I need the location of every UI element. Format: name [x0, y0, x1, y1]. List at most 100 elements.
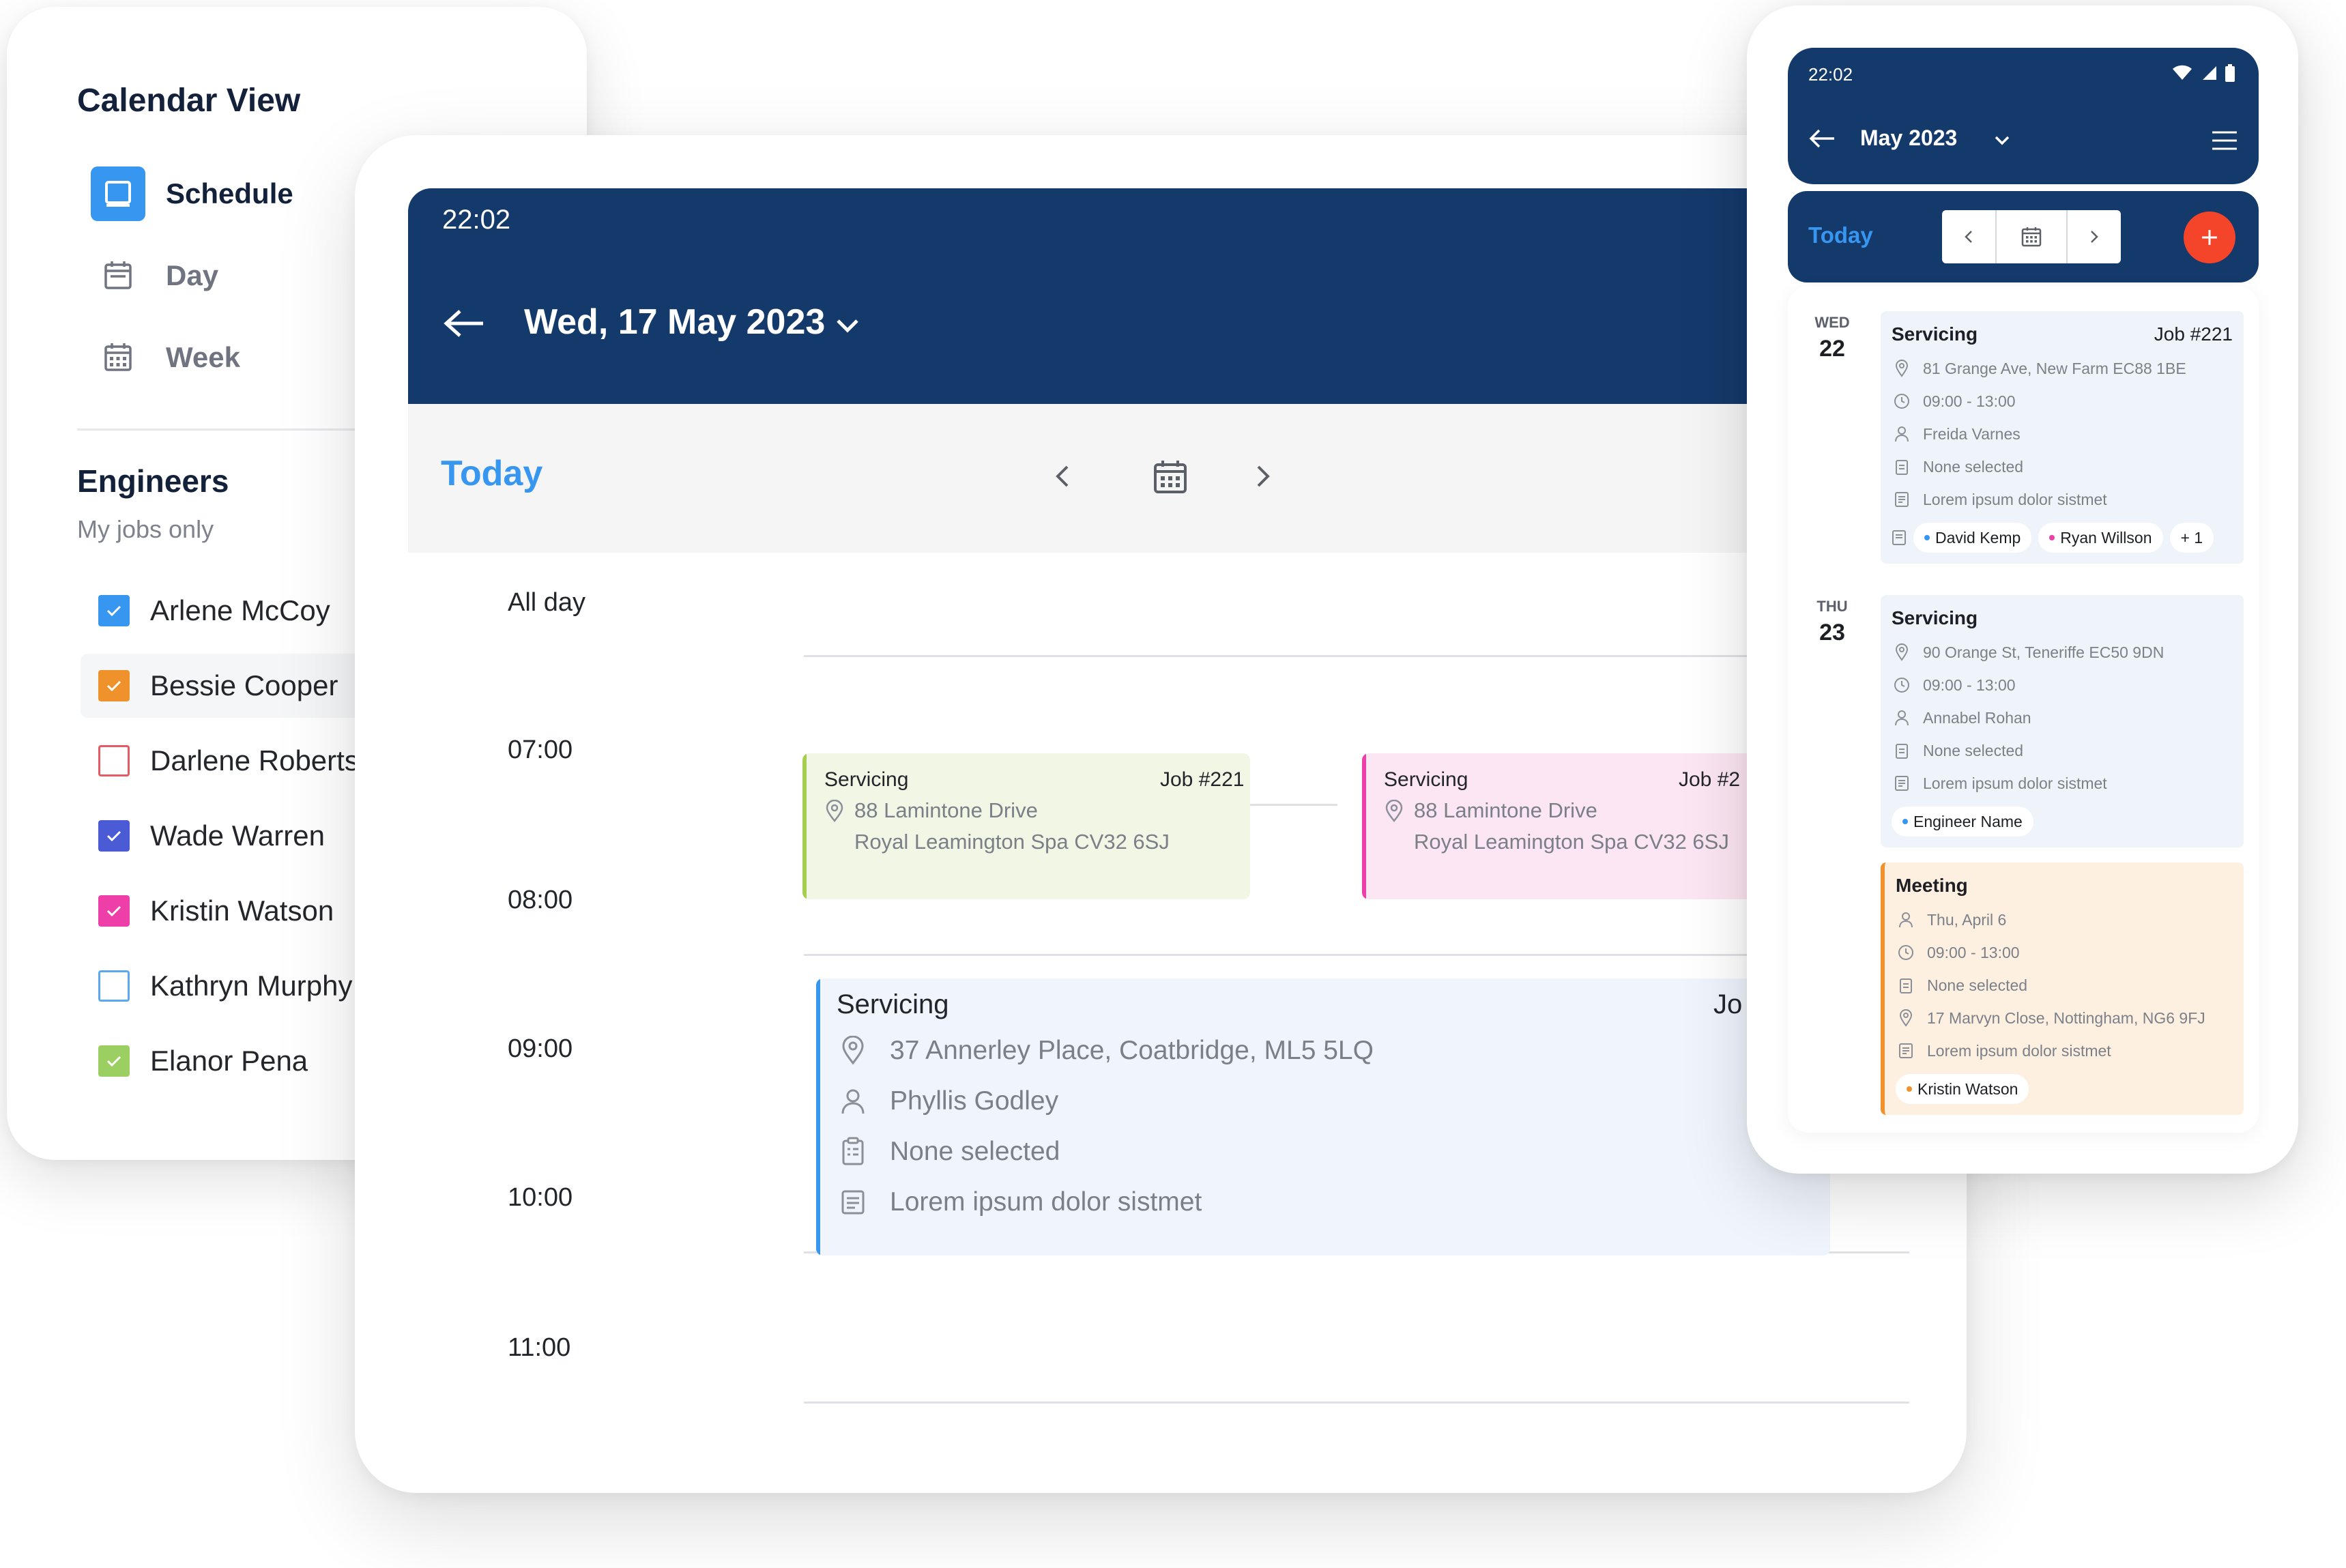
checkbox-unchecked[interactable] — [98, 970, 130, 1002]
day-label: WED 22 — [1788, 314, 1877, 362]
person-icon — [1896, 912, 1916, 928]
event-address-line1: 88 Lamintone Drive — [1414, 798, 1597, 822]
meeting-address-row: 17 Marvyn Close, Nottingham, NG6 9FJ — [1896, 1004, 2205, 1032]
time-slot-label: 11:00 — [508, 1333, 571, 1362]
month-title[interactable]: May 2023 — [1860, 126, 1957, 151]
view-week[interactable]: Week — [91, 330, 240, 385]
event-address: 37 Annerley Place, Coatbridge, ML5 5LQ — [890, 1036, 1374, 1065]
clock-icon — [1892, 393, 1912, 409]
big-event-card[interactable]: Servicing Jo 37 Annerley Place, Coatbrid… — [816, 978, 1830, 1255]
location-pin-icon — [837, 1036, 869, 1066]
phone-toolbar: Today — [1788, 191, 2259, 282]
calendar-icon[interactable] — [1997, 210, 2068, 263]
checkbox-checked[interactable] — [98, 595, 130, 626]
today-button[interactable]: Today — [441, 453, 542, 494]
tablet-day-view: 22:02 Wed, 17 May 2023 Today All day 07:… — [355, 135, 1967, 1493]
job-person: Freida Varnes — [1923, 424, 2021, 443]
chevron-down-icon[interactable] — [1994, 135, 2010, 146]
engineer-name: Arlene McCoy — [150, 594, 330, 626]
event-person-row: Phyllis Godley — [837, 1081, 1058, 1122]
engineer-chip[interactable]: Engineer Name — [1892, 807, 2033, 837]
person-icon — [837, 1088, 869, 1115]
note-icon — [1892, 529, 1907, 546]
location-pin-icon — [824, 800, 845, 823]
checkbox-checked[interactable] — [98, 820, 130, 852]
event-address-line2: Royal Leamington Spa CV32 6SJ — [854, 830, 1170, 854]
checkbox-checked[interactable] — [98, 1045, 130, 1077]
menu-icon[interactable] — [2211, 130, 2238, 151]
job-selection: None selected — [1923, 457, 2024, 476]
calendar-icon[interactable] — [1152, 459, 1189, 495]
note-icon — [1892, 491, 1912, 508]
meeting-note-row: Lorem ipsum dolor sistmet — [1896, 1037, 2111, 1064]
schedule-icon — [91, 166, 145, 221]
clipboard-icon — [837, 1137, 869, 1167]
plus-icon — [2199, 227, 2220, 248]
chevron-down-icon[interactable] — [835, 318, 860, 334]
chevron-left-icon[interactable] — [1942, 210, 1997, 263]
event-title: Servicing — [824, 768, 909, 791]
engineer-chip[interactable]: Ryan Willson — [2038, 523, 2163, 553]
job-address: 90 Orange St, Teneriffe EC50 9DN — [1923, 643, 2164, 661]
meeting-title: Meeting — [1896, 875, 1968, 896]
event-note-row: Lorem ipsum dolor sistmet — [837, 1182, 1202, 1223]
meeting-time-row: 09:00 - 13:00 — [1896, 939, 2020, 966]
clipboard-icon — [1896, 976, 1916, 994]
job-address-row: 81 Grange Ave, New Farm EC88 1BE — [1892, 355, 2186, 382]
checkbox-unchecked[interactable] — [98, 745, 130, 776]
event-color-bar — [816, 978, 820, 1255]
more-engineers-chip[interactable]: + 1 — [2169, 523, 2214, 553]
checkbox-checked[interactable] — [98, 670, 130, 701]
view-week-label: Week — [166, 341, 240, 373]
meeting-card[interactable]: Meeting Thu, April 6 09:00 - 13:00 None … — [1881, 862, 2244, 1115]
event-card[interactable]: Servicing Job #221 88 Lamintone Drive Ro… — [802, 753, 1250, 899]
job-number: Job #221 — [2154, 323, 2233, 345]
event-selection-row: None selected — [837, 1131, 1060, 1172]
add-button[interactable] — [2184, 212, 2235, 263]
day-of-week: THU — [1816, 598, 1848, 615]
job-note-row: Lorem ipsum dolor sistmet — [1892, 770, 2107, 797]
date-navigator — [1942, 210, 2121, 263]
time-slot-label: 10:00 — [508, 1183, 573, 1212]
back-arrow-icon[interactable] — [442, 308, 486, 338]
meeting-address: 17 Marvyn Close, Nottingham, NG6 9FJ — [1927, 1008, 2205, 1027]
wifi-icon — [2171, 65, 2193, 81]
day-of-week: WED — [1814, 314, 1850, 331]
note-icon — [837, 1189, 869, 1216]
job-person-row: Annabel Rohan — [1892, 704, 2031, 731]
view-schedule[interactable]: Schedule — [91, 166, 293, 221]
battery-icon — [2225, 64, 2235, 82]
job-selection-row: None selected — [1892, 737, 2023, 764]
date-title[interactable]: Wed, 17 May 2023 — [524, 302, 825, 343]
meeting-selection-row: None selected — [1896, 972, 2027, 999]
event-job-number: Jo — [1713, 989, 1743, 1019]
time-slot-label: 07:00 — [508, 736, 573, 764]
event-address-line2: Royal Leamington Spa CV32 6SJ — [1414, 830, 1729, 854]
engineer-chip[interactable]: Kristin Watson — [1896, 1074, 2029, 1104]
meeting-selection: None selected — [1927, 976, 2028, 994]
back-arrow-icon[interactable] — [1808, 128, 1836, 149]
time-slot-label: 08:00 — [508, 886, 573, 914]
engineer-name: Kristin Watson — [150, 895, 334, 927]
person-icon — [1892, 426, 1912, 442]
location-pin-icon — [1892, 643, 1912, 661]
job-time: 09:00 - 13:00 — [1923, 676, 2016, 694]
job-card[interactable]: Servicing Job #221 81 Grange Ave, New Fa… — [1881, 311, 2244, 564]
schedule-list: WED 22 Servicing Job #221 81 Grange Ave,… — [1788, 287, 2259, 1133]
chevron-left-icon[interactable] — [1054, 463, 1071, 490]
today-button[interactable]: Today — [1808, 222, 1873, 248]
chevron-right-icon[interactable] — [1254, 463, 1272, 490]
status-time: 22:02 — [442, 205, 511, 235]
engineer-name: Bessie Cooper — [150, 669, 338, 701]
meeting-date-row: Thu, April 6 — [1896, 906, 2006, 933]
phone-header: 22:02 May 2023 — [1788, 48, 2259, 184]
view-day[interactable]: Day — [91, 248, 218, 303]
job-card[interactable]: Servicing 90 Orange St, Teneriffe EC50 9… — [1881, 595, 2244, 847]
engineer-chip[interactable]: David Kemp — [1913, 523, 2032, 553]
engineer-name: Elanor Pena — [150, 1045, 308, 1077]
checkbox-checked[interactable] — [98, 895, 130, 927]
job-note-row: Lorem ipsum dolor sistmet — [1892, 486, 2107, 513]
engineers-title: Engineers — [77, 463, 229, 499]
clipboard-icon — [1892, 458, 1912, 476]
chevron-right-icon[interactable] — [2068, 210, 2121, 263]
